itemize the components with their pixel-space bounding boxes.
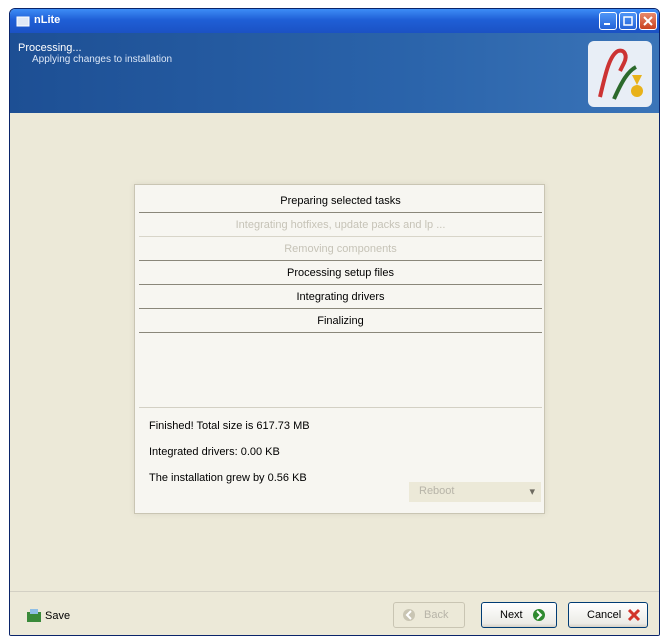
back-button[interactable]: Back: [393, 602, 465, 628]
reboot-select[interactable]: Reboot ▾: [409, 482, 541, 502]
next-label: Next: [500, 609, 523, 621]
cancel-label: Cancel: [587, 609, 622, 621]
maximize-icon: [623, 16, 633, 26]
close-icon: [643, 16, 653, 26]
back-label: Back: [424, 609, 449, 621]
next-arrow-icon: [533, 609, 545, 621]
dropdown-arrow-icon: ▾: [529, 486, 535, 498]
installer-window: nLite Processing... Applying changes to …: [9, 8, 660, 636]
window-title: nLite: [34, 14, 61, 26]
task-item: Integrating hotfixes, update packs and l…: [139, 213, 542, 237]
close-button[interactable]: [639, 12, 657, 30]
task-item: Removing components: [139, 237, 542, 261]
task-item: Integrating drivers: [139, 285, 542, 309]
cancel-button[interactable]: Cancel: [568, 602, 648, 628]
back-arrow-icon: [403, 609, 415, 621]
minimize-button[interactable]: [599, 12, 617, 30]
minimize-icon: [604, 23, 610, 25]
footer-bar: Save Back Next Cancel: [10, 591, 659, 635]
result-info: Finished! Total size is 617.73 MB Integr…: [139, 407, 542, 507]
task-panel: Preparing selected tasks Integrating hot…: [134, 184, 545, 514]
task-item: Processing setup files: [139, 261, 542, 285]
cancel-x-icon: [627, 608, 641, 622]
header-banner: Processing... Applying changes to instal…: [10, 33, 659, 113]
banner-title: Processing...: [18, 42, 82, 54]
content-area: Preparing selected tasks Integrating hot…: [10, 113, 659, 591]
maximize-button[interactable]: [619, 12, 637, 30]
reboot-select-value: Reboot: [419, 485, 455, 497]
banner-subtitle: Applying changes to installation: [32, 54, 173, 65]
title-bar[interactable]: nLite: [10, 9, 659, 33]
task-item: Preparing selected tasks: [139, 189, 542, 213]
app-icon: [16, 16, 30, 27]
save-icon: [27, 609, 41, 622]
task-item: Finalizing: [139, 309, 542, 333]
growth-text: The installation grew by 0.56 KB: [149, 472, 307, 484]
total-size-text: Finished! Total size is 617.73 MB: [149, 420, 310, 432]
nlite-logo-icon: [588, 41, 652, 107]
save-label: Save: [45, 610, 71, 622]
drivers-size-text: Integrated drivers: 0.00 KB: [149, 446, 280, 458]
next-button[interactable]: Next: [481, 602, 557, 628]
